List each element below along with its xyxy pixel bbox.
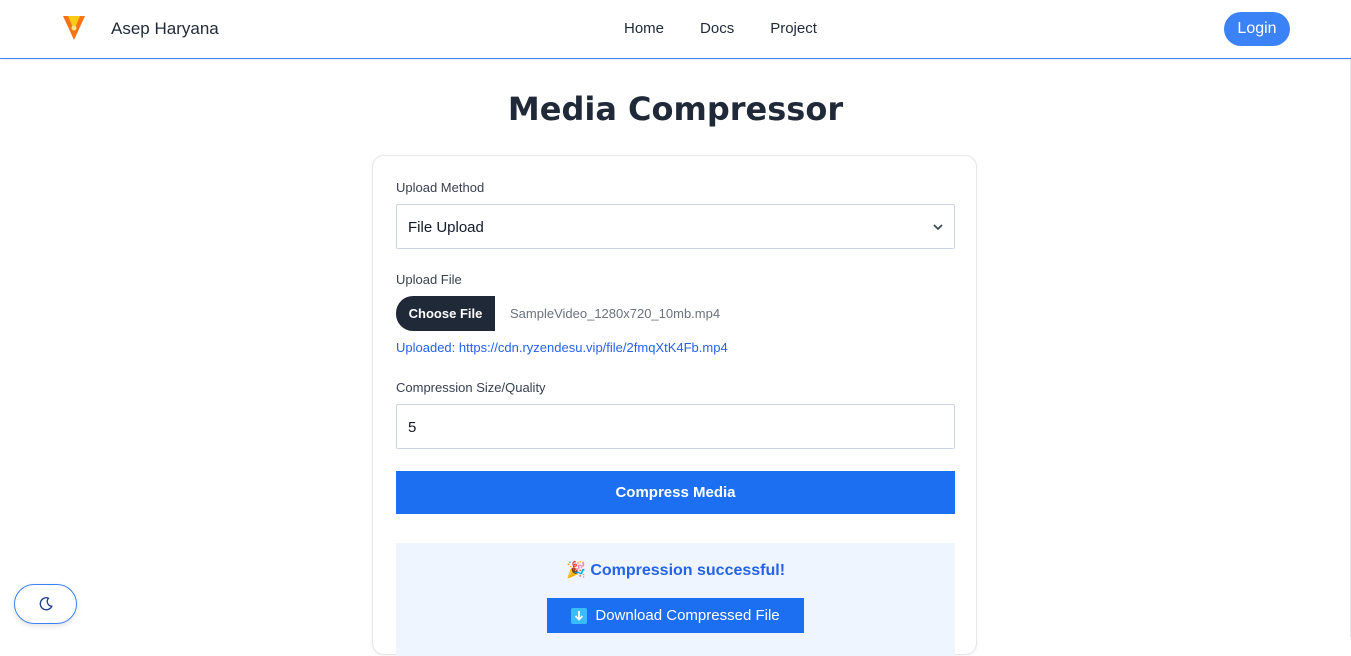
nav-home[interactable]: Home — [624, 20, 664, 37]
nav-links: Home Docs Project — [624, 20, 817, 37]
download-button[interactable]: Download Compressed File — [547, 598, 804, 633]
brand-name[interactable]: Asep Haryana — [111, 19, 219, 39]
uploaded-url[interactable]: Uploaded: https://cdn.ryzendesu.vip/file… — [396, 340, 728, 355]
chevron-down-icon — [933, 224, 943, 231]
compress-media-button[interactable]: Compress Media — [396, 471, 955, 514]
nav-project[interactable]: Project — [770, 20, 817, 37]
upload-method-value: File Upload — [408, 219, 484, 236]
upload-method-label: Upload Method — [396, 180, 485, 195]
success-message: 🎉 Compression successful! — [565, 562, 786, 579]
flame-shield-logo-icon[interactable] — [62, 15, 86, 41]
page-title: Media Compressor — [507, 90, 844, 128]
navbar: Asep Haryana Home Docs Project Login — [0, 0, 1351, 59]
upload-file-label: Upload File — [396, 272, 462, 287]
result-panel: 🎉 Compression successful! Download Compr… — [396, 543, 955, 656]
download-label: Download Compressed File — [595, 607, 780, 624]
selected-filename: SampleVideo_1280x720_10mb.mp4 — [510, 306, 721, 321]
compression-value: 5 — [408, 419, 417, 436]
compression-label: Compression Size/Quality — [396, 380, 546, 395]
moon-icon — [39, 597, 53, 611]
compressor-card: Upload Method File Upload Upload File Ch… — [372, 155, 977, 656]
compression-input[interactable]: 5 — [396, 404, 955, 449]
upload-method-select[interactable]: File Upload — [396, 204, 955, 249]
login-button[interactable]: Login — [1224, 12, 1290, 46]
theme-toggle-button[interactable] — [14, 584, 77, 624]
choose-file-button[interactable]: Choose File — [396, 296, 495, 331]
download-arrow-icon — [571, 607, 588, 624]
nav-docs[interactable]: Docs — [700, 20, 734, 37]
